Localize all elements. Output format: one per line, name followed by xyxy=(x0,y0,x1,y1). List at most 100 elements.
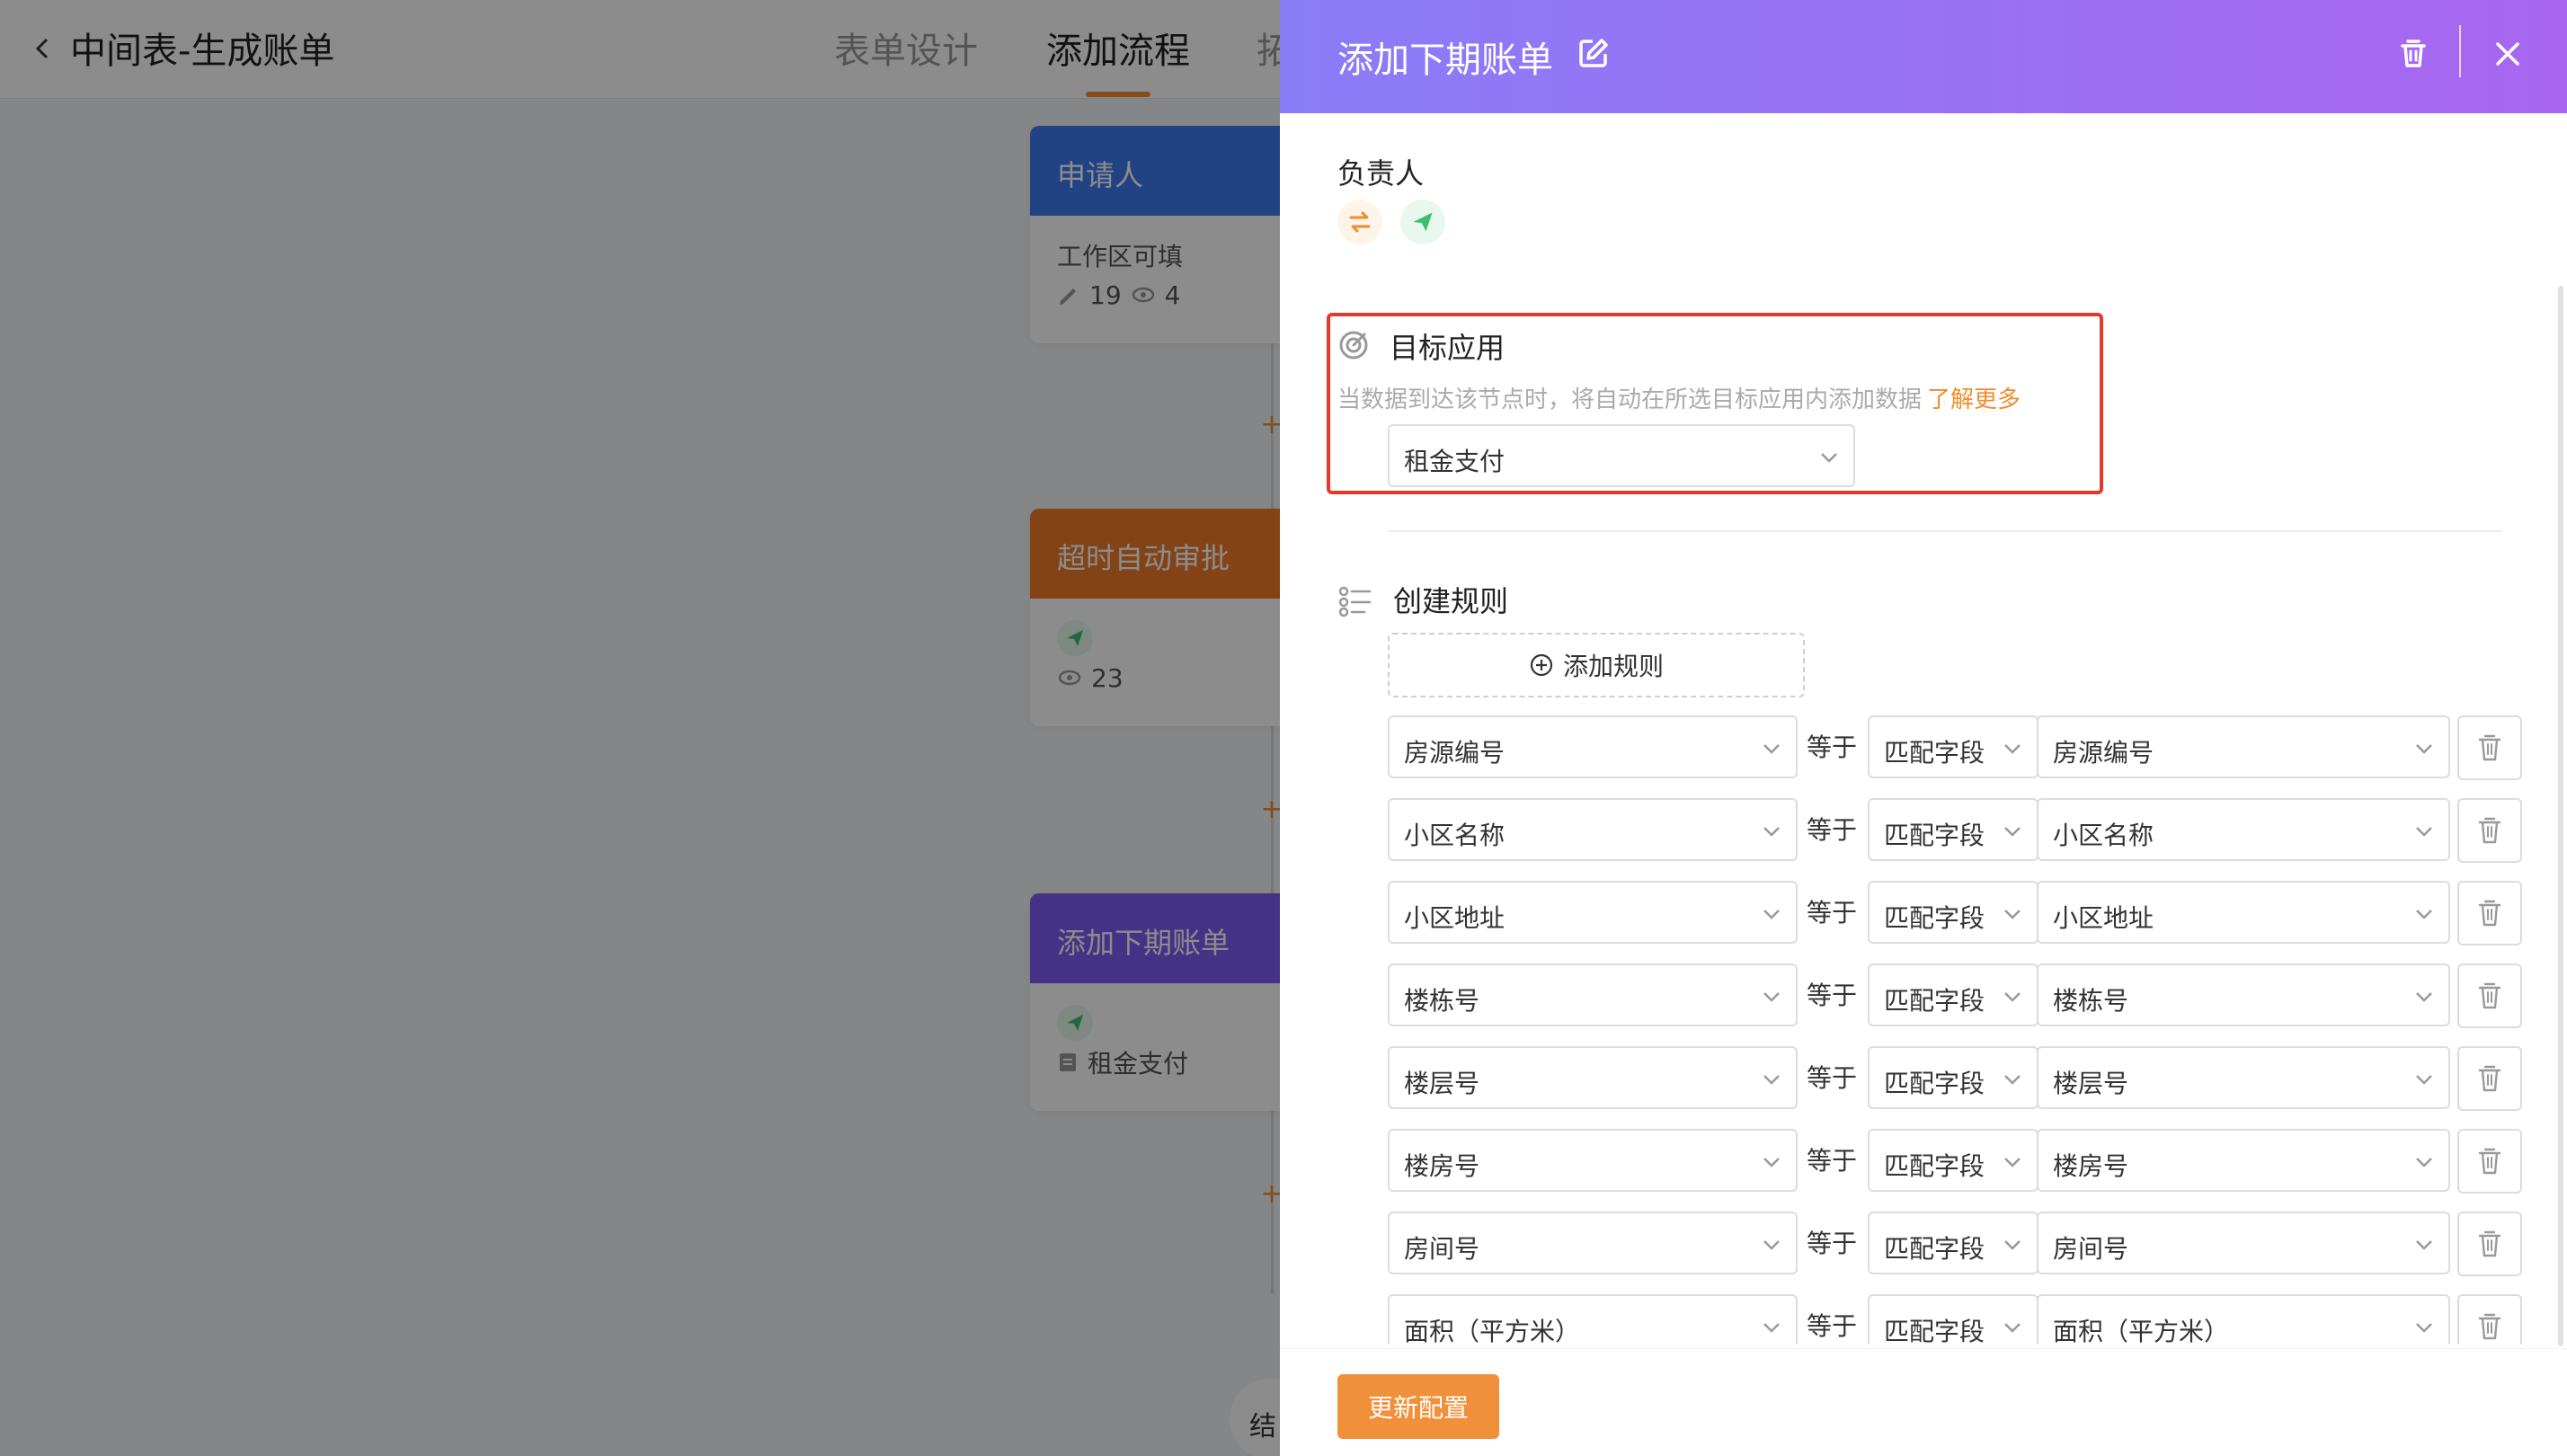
target-app-value: 租金支付 xyxy=(1404,447,1506,476)
node-config-drawer: 添加下期账单 负责人 目标应用 当数据到达该节点时，将自动在所选目标应用内添加数… xyxy=(1280,0,2567,1456)
rule-row: 楼房号 等于 匹配字段 楼房号 xyxy=(1388,1129,2522,1194)
owner-label: 负责人 xyxy=(1337,156,1425,191)
rule-row: 楼层号 等于 匹配字段 楼层号 xyxy=(1388,1046,2522,1111)
rule-field-select[interactable]: 小区地址 xyxy=(1388,881,1798,944)
target-icon xyxy=(1339,331,1368,360)
rule-target-value: 楼房号 xyxy=(2053,1151,2129,1181)
rule-mode-value: 匹配字段 xyxy=(1884,738,1985,768)
rule-row: 楼栋号 等于 匹配字段 楼栋号 xyxy=(1388,963,2522,1028)
chevron-down-icon xyxy=(2416,827,2432,837)
section-divider xyxy=(1388,530,2502,532)
rule-mode-select[interactable]: 匹配字段 xyxy=(1868,1129,2038,1192)
plus-circle-icon xyxy=(1530,653,1553,677)
rule-field-value: 小区地址 xyxy=(1404,903,1506,933)
chevron-down-icon xyxy=(1763,1158,1780,1167)
chevron-down-icon xyxy=(2416,910,2432,919)
rule-field-value: 房源编号 xyxy=(1404,738,1506,768)
delete-rule-button[interactable] xyxy=(2457,1212,2522,1276)
rule-target-value: 小区名称 xyxy=(2053,821,2154,850)
rule-field-select[interactable]: 楼层号 xyxy=(1388,1046,1798,1109)
trash-icon xyxy=(2478,900,2501,927)
rule-operator: 等于 xyxy=(1806,981,1857,1010)
chevron-down-icon xyxy=(1763,1323,1780,1333)
rule-mode-select[interactable]: 匹配字段 xyxy=(1868,715,2038,778)
drawer-scrollbar[interactable] xyxy=(2558,286,2563,1346)
rule-target-value: 面积（平方米） xyxy=(2053,1317,2230,1345)
learn-more-link[interactable]: 了解更多 xyxy=(1927,386,2021,413)
edit-title-icon[interactable] xyxy=(1575,34,1612,72)
rule-field-select[interactable]: 房间号 xyxy=(1388,1212,1798,1274)
rule-field-select[interactable]: 房源编号 xyxy=(1388,715,1798,778)
chevron-down-icon xyxy=(2004,1323,2021,1333)
chevron-down-icon xyxy=(2416,1158,2432,1167)
send-icon[interactable] xyxy=(1400,200,1445,244)
rule-mode-select[interactable]: 匹配字段 xyxy=(1868,1212,2038,1274)
rule-target-value: 小区地址 xyxy=(2053,903,2154,933)
chevron-down-icon xyxy=(1763,744,1780,754)
delete-rule-button[interactable] xyxy=(2457,798,2522,863)
chevron-down-icon xyxy=(2004,1075,2021,1085)
delete-rule-button[interactable] xyxy=(2457,1129,2522,1194)
trash-icon xyxy=(2478,982,2501,1009)
drawer-title: 添加下期账单 xyxy=(1337,40,1553,81)
rule-operator: 等于 xyxy=(1806,1229,1857,1258)
rule-mode-select[interactable]: 匹配字段 xyxy=(1868,1046,2038,1109)
trash-icon xyxy=(2478,1230,2501,1257)
chevron-down-icon xyxy=(2004,1240,2021,1250)
chevron-down-icon xyxy=(1821,453,1837,463)
rule-row: 小区名称 等于 匹配字段 小区名称 xyxy=(1388,798,2522,863)
rule-target-select[interactable]: 小区地址 xyxy=(2037,881,2450,944)
delete-node-icon[interactable] xyxy=(2394,34,2432,72)
add-rule-button[interactable]: 添加规则 xyxy=(1388,633,1805,697)
rule-field-select[interactable]: 小区名称 xyxy=(1388,798,1798,861)
rule-mode-value: 匹配字段 xyxy=(1884,1069,1985,1098)
rule-row: 小区地址 等于 匹配字段 小区地址 xyxy=(1388,881,2522,946)
delete-rule-button[interactable] xyxy=(2457,881,2522,946)
chevron-down-icon xyxy=(2416,992,2432,1002)
list-icon xyxy=(1338,586,1372,617)
drawer-footer: 更新配置 xyxy=(1280,1348,2567,1456)
rule-target-select[interactable]: 楼层号 xyxy=(2037,1046,2450,1109)
rule-mode-select[interactable]: 匹配字段 xyxy=(1868,881,2038,944)
target-app-select[interactable]: 租金支付 xyxy=(1388,424,1855,487)
rule-target-select[interactable]: 房源编号 xyxy=(2037,715,2450,778)
rule-target-select[interactable]: 房间号 xyxy=(2037,1212,2450,1274)
delete-rule-button[interactable] xyxy=(2457,1294,2522,1345)
rule-mode-value: 匹配字段 xyxy=(1884,1234,1985,1264)
rule-mode-select[interactable]: 匹配字段 xyxy=(1868,1294,2038,1345)
rule-target-value: 楼栋号 xyxy=(2053,986,2129,1016)
rule-field-select[interactable]: 楼房号 xyxy=(1388,1129,1798,1192)
rule-mode-select[interactable]: 匹配字段 xyxy=(1868,963,2038,1026)
close-icon[interactable] xyxy=(2490,36,2526,72)
rule-row: 面积（平方米） 等于 匹配字段 面积（平方米） xyxy=(1388,1294,2522,1345)
header-divider xyxy=(2459,25,2461,77)
chevron-down-icon xyxy=(2004,827,2021,837)
rule-target-select[interactable]: 面积（平方米） xyxy=(2037,1294,2450,1345)
chevron-down-icon xyxy=(2416,1240,2432,1250)
rule-target-select[interactable]: 楼房号 xyxy=(2037,1129,2450,1192)
chevron-down-icon xyxy=(2416,1075,2432,1085)
delete-rule-button[interactable] xyxy=(2457,963,2522,1028)
rule-field-value: 楼层号 xyxy=(1404,1069,1480,1098)
rule-target-value: 楼层号 xyxy=(2053,1069,2129,1098)
rule-mode-value: 匹配字段 xyxy=(1884,1317,1985,1345)
rule-field-select[interactable]: 楼栋号 xyxy=(1388,963,1798,1026)
rule-field-value: 楼栋号 xyxy=(1404,986,1480,1016)
chevron-down-icon xyxy=(2004,1158,2021,1167)
chevron-down-icon xyxy=(1763,827,1780,837)
rule-operator: 等于 xyxy=(1806,898,1857,928)
update-config-button[interactable]: 更新配置 xyxy=(1337,1374,1499,1439)
trash-icon xyxy=(2478,1148,2501,1175)
rule-target-select[interactable]: 楼栋号 xyxy=(2037,963,2450,1026)
rule-field-select[interactable]: 面积（平方米） xyxy=(1388,1294,1798,1345)
swap-icon[interactable] xyxy=(1337,200,1382,244)
rule-target-select[interactable]: 小区名称 xyxy=(2037,798,2450,861)
chevron-down-icon xyxy=(2416,744,2432,754)
trash-icon xyxy=(2478,1313,2501,1340)
rule-operator: 等于 xyxy=(1806,815,1857,845)
delete-rule-button[interactable] xyxy=(2457,1046,2522,1111)
rule-mode-select[interactable]: 匹配字段 xyxy=(1868,798,2038,861)
create-rules-label: 创建规则 xyxy=(1393,584,1509,618)
rule-row: 房源编号 等于 匹配字段 房源编号 xyxy=(1388,715,2522,780)
delete-rule-button[interactable] xyxy=(2457,715,2522,780)
